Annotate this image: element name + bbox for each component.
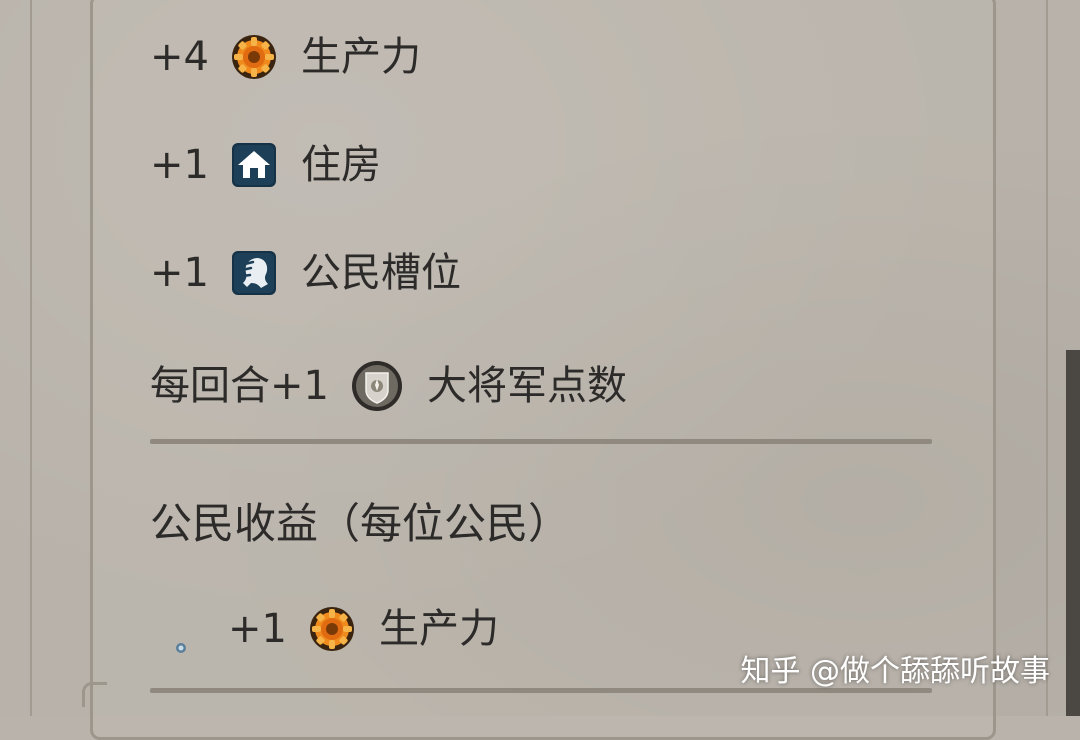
right-border xyxy=(1046,0,1048,716)
yield-amount: 每回合+1 xyxy=(150,363,329,409)
yield-label: 生产力 xyxy=(378,606,499,652)
outer-border xyxy=(30,0,32,716)
yield-row-great-general: 每回合+1 大将军点数 xyxy=(150,360,627,412)
watermark-text: 知乎 @做个舔舔听故事 xyxy=(740,654,1050,689)
great-general-point-icon xyxy=(351,360,403,412)
yield-row-production: +4 生产力 xyxy=(150,34,421,80)
yield-amount: +1 xyxy=(228,606,287,652)
yield-label: 大将军点数 xyxy=(426,363,627,409)
yield-label: 住房 xyxy=(300,142,381,188)
yield-amount: +1 xyxy=(150,250,209,296)
panel-corner-notch xyxy=(82,682,107,707)
yield-row-housing: +1 住房 xyxy=(150,142,381,188)
housing-house-icon xyxy=(231,142,277,188)
citizen-yield-row-production: +1 生产力 xyxy=(174,606,499,653)
scrollbar[interactable] xyxy=(1066,350,1080,716)
production-gear-icon xyxy=(231,34,277,80)
yield-label: 生产力 xyxy=(300,34,421,80)
yield-row-citizen-slot: +1 公民槽位 xyxy=(150,250,461,296)
yield-amount: +1 xyxy=(150,142,209,188)
yield-label: 公民槽位 xyxy=(300,250,461,296)
bullet-icon xyxy=(174,622,188,653)
yield-amount: +4 xyxy=(150,34,209,80)
section-divider xyxy=(150,439,932,444)
production-gear-icon xyxy=(309,606,355,652)
citizen-yields-title: 公民收益（每位公民） xyxy=(150,499,571,548)
citizen-slot-icon xyxy=(231,250,277,296)
